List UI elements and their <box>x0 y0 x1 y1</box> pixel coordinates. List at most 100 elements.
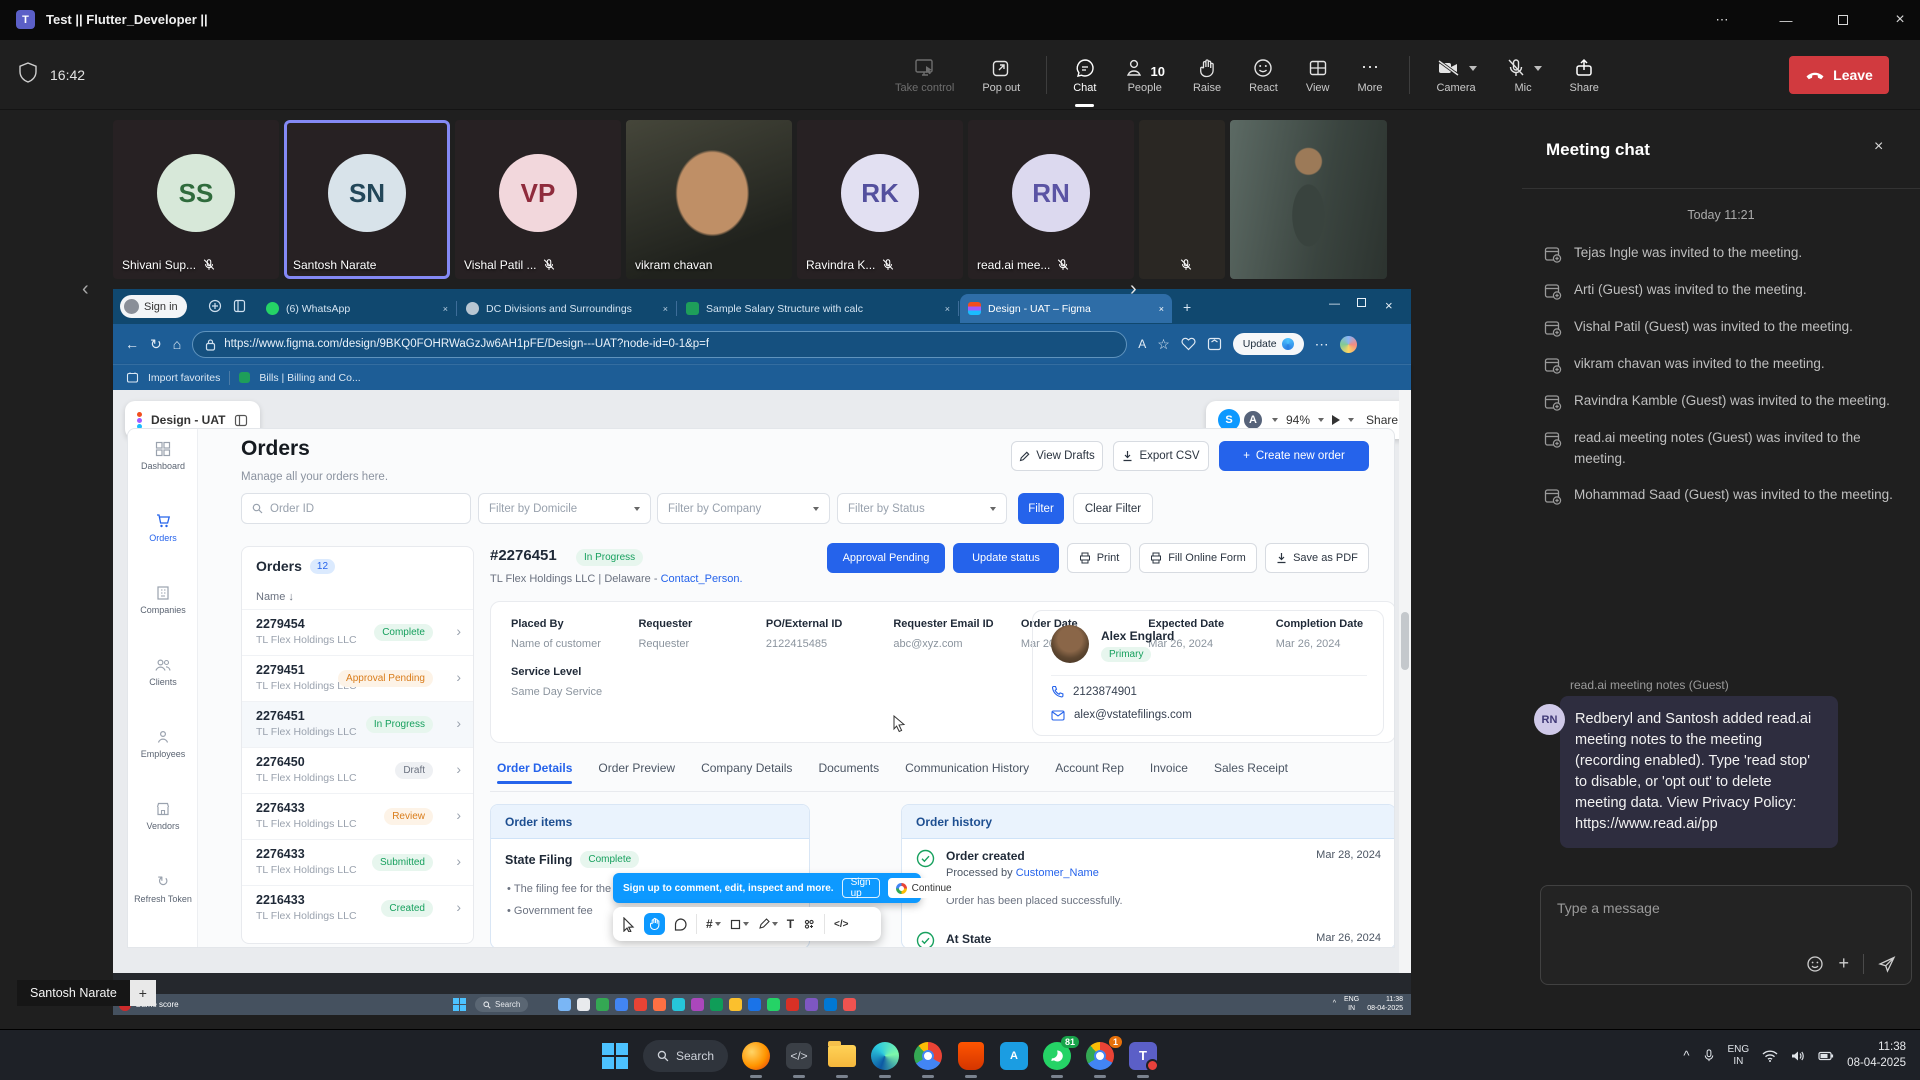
tab-actions-icon[interactable] <box>208 299 222 313</box>
video-tile[interactable] <box>1230 120 1387 279</box>
leave-button[interactable]: Leave <box>1789 56 1889 94</box>
export-csv-button[interactable]: Export CSV <box>1113 441 1209 471</box>
volume-icon[interactable] <box>1791 1050 1805 1062</box>
address-bar[interactable]: https://www.figma.com/design/9BKQ0FOHRWa… <box>192 331 1127 358</box>
shared-taskbar-app-icon[interactable] <box>596 998 609 1011</box>
language-indicator[interactable]: ENGIN <box>1728 1044 1750 1068</box>
wifi-icon[interactable] <box>1762 1050 1778 1062</box>
brave-icon[interactable] <box>956 1041 986 1071</box>
chat-button[interactable]: Chat <box>1071 53 1098 98</box>
window-more-button[interactable]: ⋯ <box>1700 6 1744 34</box>
actions-tool-icon[interactable] <box>803 918 815 930</box>
sidebar-item-clients[interactable]: Clients <box>128 657 198 687</box>
browser-scrollbar[interactable] <box>1399 390 1411 973</box>
order-list-row[interactable]: 2279451 TL Flex Holdings LLC Approval Pe… <box>242 655 473 701</box>
contact-email[interactable]: alex@vstatefilings.com <box>1074 709 1192 721</box>
sidebar-item-refresh-token[interactable]: ↻ Refresh Token <box>128 873 198 904</box>
shared-taskbar-app-icon[interactable] <box>710 998 723 1011</box>
browser-maximize-button[interactable] <box>1357 298 1366 310</box>
tab-close-icon[interactable]: × <box>663 304 668 314</box>
pen-tool-icon[interactable] <box>758 918 778 930</box>
shared-taskbar-app-icon[interactable] <box>729 998 742 1011</box>
browser-minimize-button[interactable]: — <box>1329 298 1340 310</box>
firefox-icon[interactable] <box>741 1041 771 1071</box>
browser-update-button[interactable]: Update <box>1233 333 1304 355</box>
bookmark-bills-billing[interactable]: Bills | Billing and Co... <box>259 372 360 384</box>
teams-icon[interactable]: T <box>1128 1041 1158 1071</box>
tiles-scroll-left-button[interactable]: ‹ <box>82 278 89 301</box>
chat-close-icon[interactable]: × <box>1874 138 1883 156</box>
back-icon[interactable]: ← <box>125 336 139 352</box>
shared-taskbar-app-icon[interactable] <box>824 998 837 1011</box>
file-explorer-icon[interactable] <box>827 1041 857 1071</box>
window-minimize-button[interactable]: — <box>1764 6 1808 34</box>
shared-taskbar-app-icon[interactable] <box>748 998 761 1011</box>
shared-taskbar-app-icon[interactable] <box>691 998 704 1011</box>
collaborators-chevron-icon[interactable] <box>1272 418 1278 422</box>
edge-icon[interactable] <box>870 1041 900 1071</box>
shared-language-indicator[interactable]: ENGIN <box>1344 996 1359 1012</box>
blue-app-icon[interactable]: A <box>999 1041 1029 1071</box>
detail-tab[interactable]: Sales Receipt <box>1214 761 1288 784</box>
browser-tab-salary-sheet[interactable]: Sample Salary Structure with calc × <box>678 294 958 323</box>
attach-plus-icon[interactable]: + <box>1838 953 1849 974</box>
people-button[interactable]: 10 People <box>1122 53 1166 98</box>
tray-mic-icon[interactable] <box>1703 1048 1715 1063</box>
order-id-input[interactable] <box>270 503 430 515</box>
print-button[interactable]: Print <box>1067 543 1131 573</box>
save-as-pdf-button[interactable]: Save as PDF <box>1265 543 1369 573</box>
move-tool-icon[interactable] <box>622 917 635 932</box>
dev-mode-icon[interactable]: </> <box>834 919 848 930</box>
sidebar-item-companies[interactable]: Companies <box>128 585 198 615</box>
new-tab-button[interactable]: + <box>1183 299 1191 315</box>
update-status-button[interactable]: Update status <box>953 543 1059 573</box>
detail-tab[interactable]: Account Rep <box>1055 761 1124 784</box>
video-tile[interactable] <box>1139 120 1225 279</box>
shared-taskbar-app-icon[interactable] <box>634 998 647 1011</box>
order-list-row[interactable]: 2276433 TL Flex Holdings LLC Review › <box>242 793 473 839</box>
list-column-name[interactable]: Name ↓ <box>256 591 294 603</box>
clock[interactable]: 11:3808-04-2025 <box>1847 1040 1906 1071</box>
present-chevron-icon[interactable] <box>1348 418 1354 422</box>
pop-out-button[interactable]: Pop out <box>980 53 1022 98</box>
tab-close-icon[interactable]: × <box>443 304 448 314</box>
create-new-order-button[interactable]: + Create new order <box>1219 441 1369 471</box>
detail-tab[interactable]: Communication History <box>905 761 1029 784</box>
favorite-star-icon[interactable]: ☆ <box>1157 336 1170 353</box>
customer-name-link[interactable]: Customer_Name <box>1016 867 1099 879</box>
shared-taskbar-app-icon[interactable] <box>558 998 571 1011</box>
whatsapp-icon[interactable]: 81 <box>1042 1041 1072 1071</box>
detail-tab[interactable]: Documents <box>818 761 879 784</box>
filter-button[interactable]: Filter <box>1018 493 1064 524</box>
mic-button[interactable]: Mic <box>1503 53 1544 98</box>
scrollbar-thumb[interactable] <box>1401 612 1409 670</box>
terminal-app-icon[interactable]: </> <box>784 1041 814 1071</box>
filter-domicile-select[interactable]: Filter by Domicile <box>478 493 651 524</box>
order-list-row[interactable]: 2276433 TL Flex Holdings LLC Submitted › <box>242 839 473 885</box>
frame-tool-icon[interactable]: # <box>706 917 721 931</box>
tab-close-icon[interactable]: × <box>945 304 950 314</box>
emoji-icon[interactable] <box>1806 955 1824 973</box>
taskbar-search[interactable]: Search <box>643 1040 728 1072</box>
read-aloud-icon[interactable]: A <box>1138 337 1146 351</box>
shared-taskbar-app-icon[interactable] <box>653 998 666 1011</box>
video-tile[interactable]: RK Ravindra K... <box>797 120 963 279</box>
presenter-pin-button[interactable]: + <box>130 980 156 1006</box>
shared-start-button[interactable] <box>453 998 466 1011</box>
chat-input-box[interactable]: + <box>1540 885 1912 985</box>
workspaces-icon[interactable] <box>233 299 246 313</box>
sidebar-item-vendors[interactable]: Vendors <box>128 801 198 831</box>
order-id-search[interactable] <box>241 493 471 524</box>
share-button[interactable]: Share <box>1568 53 1601 98</box>
view-drafts-button[interactable]: View Drafts <box>1011 441 1103 471</box>
video-tile[interactable]: VP Vishal Patil ... <box>455 120 621 279</box>
video-tile[interactable]: SN Santosh Narate <box>284 120 450 279</box>
tiles-scroll-right-button[interactable]: › <box>1130 278 1137 301</box>
detail-tab[interactable]: Order Preview <box>598 761 675 784</box>
detail-tab[interactable]: Invoice <box>1150 761 1188 784</box>
tray-chevron[interactable]: ^ <box>1333 1000 1336 1008</box>
window-maximize-button[interactable] <box>1821 6 1865 34</box>
camera-button[interactable]: Camera <box>1434 53 1479 98</box>
shared-taskbar-app-icon[interactable] <box>577 998 590 1011</box>
figma-share-button[interactable]: Share <box>1366 413 1398 427</box>
